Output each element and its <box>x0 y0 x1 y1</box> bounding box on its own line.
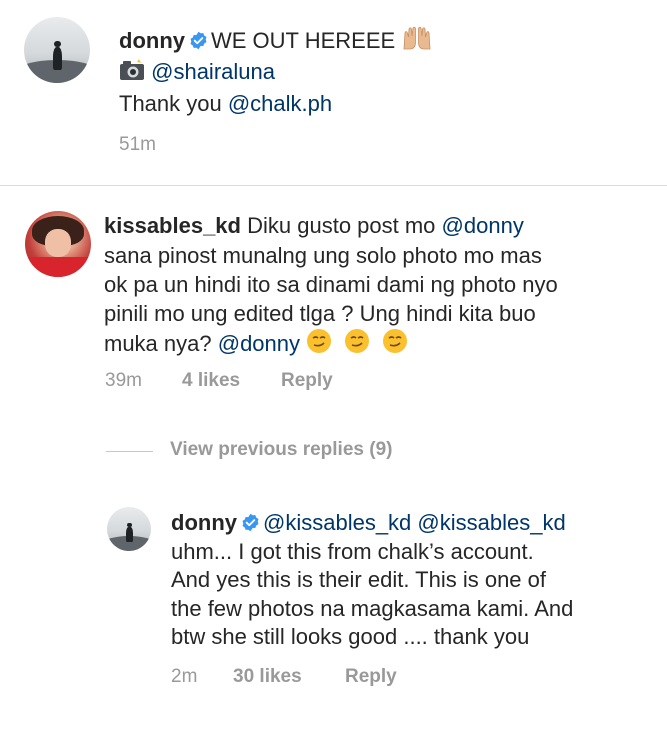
reply-line-5: btw she still looks good .... thank you <box>171 624 530 649</box>
reply-likes-link[interactable]: 30 likes <box>233 666 302 688</box>
verified-badge-icon <box>242 513 259 532</box>
smirking-face-emoji <box>307 329 408 353</box>
comment-mention-donny[interactable]: @donny <box>442 213 524 238</box>
reply-line-4: the few photos na magkasama kami. And <box>171 596 574 621</box>
reply-author-username[interactable]: donny <box>171 510 237 535</box>
post-caption-line-1: donny WE OUT HEREEE <box>119 25 433 55</box>
commenter-username[interactable]: kissables_kd <box>104 213 241 238</box>
view-previous-replies-button[interactable]: View previous replies (9) <box>170 439 392 461</box>
post-caption-thanks-text: Thank you <box>119 91 228 116</box>
comment-line-1: kissables_kd Diku gusto post mo @donny <box>104 212 524 240</box>
comment-line-3: ok pa un hindi ito sa dinami dami ng pho… <box>104 272 558 297</box>
comment-mention-donny-2[interactable]: @donny <box>218 331 300 356</box>
reply-timestamp: 2m <box>171 666 198 687</box>
reply-mention-2[interactable]: @kissables_kd <box>417 510 565 535</box>
reply-line-3: And yes this is their edit. This is one … <box>171 567 546 592</box>
reply-line-2: uhm... I got this from chalk’s account. <box>171 539 534 564</box>
comment-reply-button[interactable]: Reply <box>281 370 333 392</box>
reply-line-1: donny @kissables_kd @kissables_kd <box>171 509 566 537</box>
raised-hands-emoji <box>403 26 431 50</box>
chalk-mention[interactable]: @chalk.ph <box>228 91 332 116</box>
post-timestamp: 51m <box>119 134 156 155</box>
photo-credit-mention[interactable]: @shairaluna <box>151 59 275 84</box>
reply-author-avatar[interactable] <box>107 507 151 551</box>
post-caption-text: WE OUT HEREEE <box>211 28 396 53</box>
comment-timestamp: 39m <box>105 370 142 391</box>
commenter-avatar[interactable] <box>25 211 91 277</box>
post-caption-line-2: @shairaluna <box>119 58 275 86</box>
replies-indent-line <box>106 451 153 452</box>
comment-line-4: pinili mo ung edited tlga ? Ung hindi ki… <box>104 301 536 326</box>
comment-likes-link[interactable]: 4 likes <box>182 370 240 392</box>
post-author-username[interactable]: donny <box>119 28 185 53</box>
comment-text-end: muka nya? <box>104 331 218 356</box>
comment-line-5: muka nya? @donny <box>104 328 410 358</box>
post-author-avatar[interactable] <box>24 17 90 83</box>
comment-text: Diku gusto post mo <box>247 213 442 238</box>
section-divider <box>0 185 667 186</box>
comment-line-2: sana pinost munalng ung solo photo mo ma… <box>104 243 542 268</box>
reply-reply-button[interactable]: Reply <box>345 666 397 688</box>
post-caption-line-3: Thank you @chalk.ph <box>119 90 332 118</box>
verified-badge-icon <box>190 31 207 50</box>
reply-mention-1[interactable]: @kissables_kd <box>263 510 411 535</box>
camera-flash-emoji <box>120 59 144 80</box>
